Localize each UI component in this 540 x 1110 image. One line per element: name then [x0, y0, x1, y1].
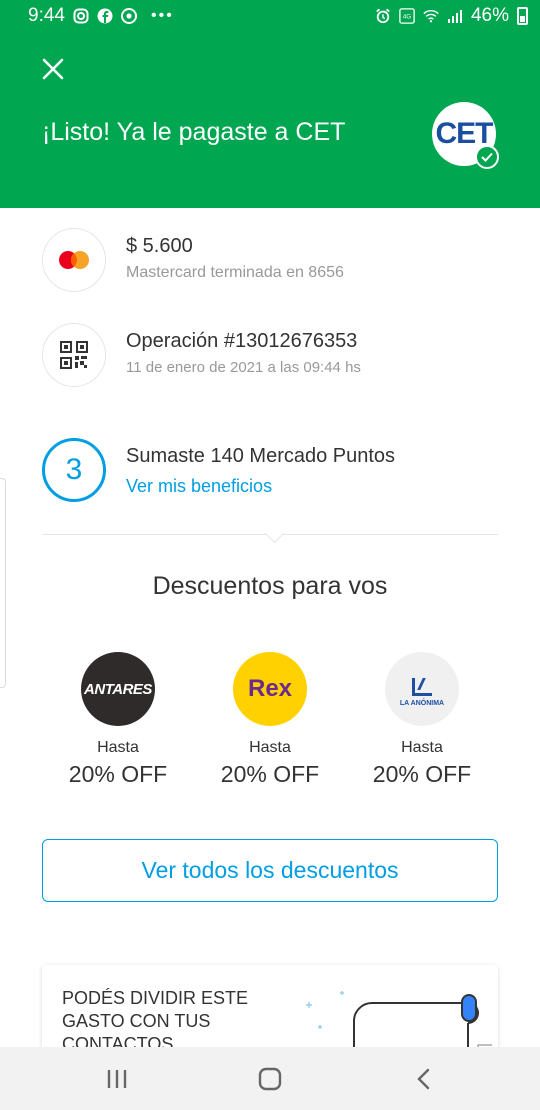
- recent-apps-icon: [107, 1069, 126, 1088]
- status-time: 9:44: [28, 5, 65, 26]
- close-button[interactable]: [36, 52, 70, 86]
- operation-row: Operación #13012676353 11 de enero de 20…: [42, 323, 361, 387]
- wifi-icon: [423, 8, 439, 24]
- discount-upto: Hasta: [249, 739, 291, 756]
- rex-logo: Rex: [233, 652, 307, 726]
- page-title: ¡Listo! Ya le pagaste a CET: [42, 118, 346, 146]
- recent-apps-button[interactable]: [87, 1059, 147, 1099]
- mastercard-icon: [42, 228, 106, 292]
- points-level-badge: 3: [42, 438, 106, 502]
- operation-number: Operación #13012676353: [126, 330, 358, 352]
- battery-icon: [517, 7, 528, 25]
- more-notifications-icon: •••: [150, 7, 174, 24]
- back-icon: [417, 1068, 430, 1089]
- merchant-logo: CET: [432, 102, 499, 169]
- success-check-icon: [475, 145, 499, 169]
- antares-logo: ANTARES: [81, 652, 155, 726]
- discount-item-rex[interactable]: Rex Hasta 20% OFF: [194, 652, 346, 788]
- discount-value: 20% OFF: [372, 761, 472, 787]
- points-row: 3 Sumaste 140 Mercado Puntos Ver mis ben…: [42, 438, 395, 502]
- payment-amount: $ 5.600: [126, 235, 193, 257]
- close-icon: [42, 58, 64, 80]
- system-nav-bar: [0, 1047, 540, 1110]
- home-icon: [258, 1067, 282, 1090]
- volte-icon: 4G: [399, 8, 415, 24]
- discount-value: 20% OFF: [220, 761, 320, 787]
- view-benefits-link[interactable]: Ver mis beneficios: [126, 476, 395, 497]
- home-button[interactable]: [240, 1059, 300, 1099]
- discounts-title: Descuentos para vos: [152, 572, 388, 600]
- svg-text:4G: 4G: [403, 14, 411, 21]
- discounts-list: ANTARES Hasta 20% OFF Rex Hasta 20% OFF …: [42, 652, 498, 788]
- battery-percent: 46%: [470, 5, 509, 26]
- facebook-icon: [97, 8, 113, 24]
- discount-upto: Hasta: [401, 739, 443, 756]
- split-expense-text: PODÉS DIVIDIR ESTE GASTO CON TUS CONTACT…: [62, 988, 249, 1054]
- section-divider: [42, 534, 498, 535]
- payment-row: $ 5.600 Mastercard terminada en 8656: [42, 228, 344, 292]
- chrome-icon: [120, 8, 137, 24]
- signal-icon: [447, 8, 463, 24]
- discount-item-antares[interactable]: ANTARES Hasta 20% OFF: [42, 652, 194, 788]
- discount-item-la-anonima[interactable]: LA ANÓNIMA Hasta 20% OFF: [346, 652, 498, 788]
- discount-value: 20% OFF: [68, 761, 168, 787]
- la-anonima-logo-text: LA ANÓNIMA: [399, 699, 445, 707]
- success-header: ¡Listo! Ya le pagaste a CET CET: [0, 32, 540, 208]
- discount-upto: Hasta: [97, 739, 139, 756]
- payment-success-screen: 9:44 ••• 4G 46% ¡Listo! Ya le pagaste a …: [0, 0, 540, 1110]
- view-all-discounts-button[interactable]: Ver todos los descuentos: [42, 839, 498, 902]
- instagram-icon: [73, 8, 89, 24]
- qr-code-icon: [42, 323, 106, 387]
- la-anonima-logo: LA ANÓNIMA: [385, 652, 459, 726]
- points-earned: Sumaste 140 Mercado Puntos: [126, 445, 396, 467]
- status-bar: 9:44 ••• 4G 46%: [0, 0, 540, 32]
- back-button[interactable]: [393, 1059, 453, 1099]
- alarm-icon: [375, 8, 391, 24]
- payment-card: Mastercard terminada en 8656: [126, 264, 344, 281]
- operation-date: 11 de enero de 2021 a las 09:44 hs: [126, 359, 361, 376]
